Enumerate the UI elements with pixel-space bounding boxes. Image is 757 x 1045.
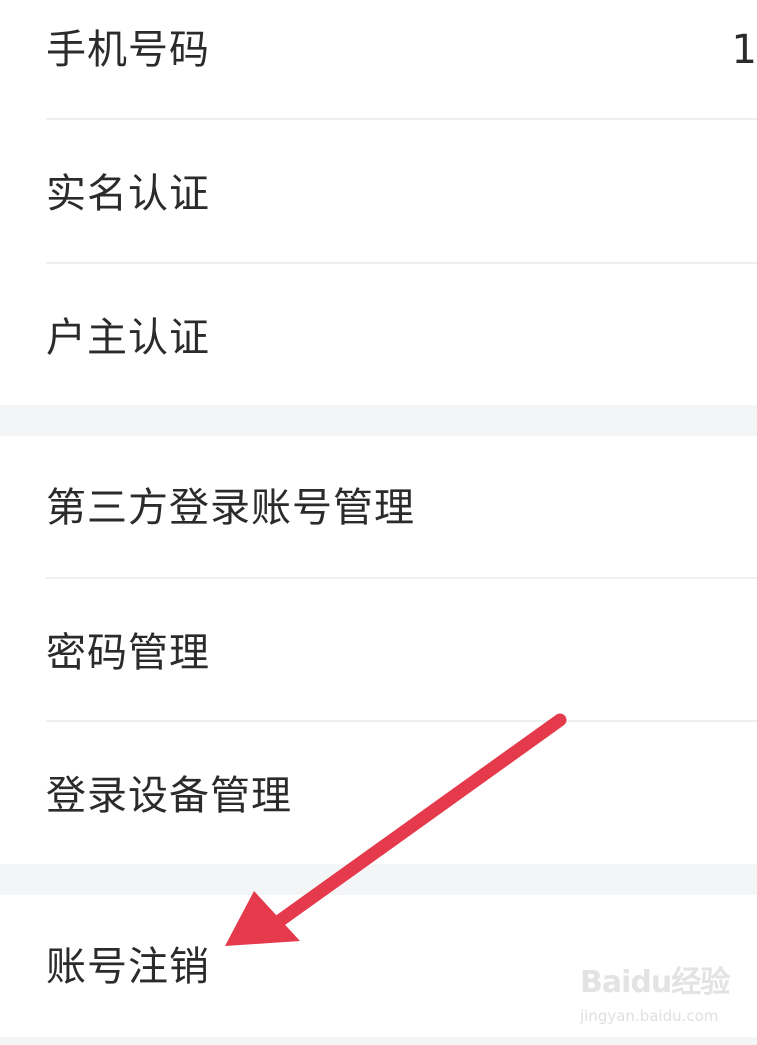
settings-row-label: 第三方登录账号管理 xyxy=(46,485,415,531)
settings-row-password-management[interactable]: 密码管理 xyxy=(0,579,757,720)
settings-row-phone-number[interactable]: 手机号码 1 xyxy=(0,0,757,118)
settings-row-label: 登录设备管理 xyxy=(46,773,292,819)
settings-row-label: 密码管理 xyxy=(46,630,210,676)
settings-row-label: 账号注销 xyxy=(46,944,210,990)
account-settings-screen: 手机号码 1 实名认证 户主认证 第三方登录账号管理 密码管理 登录设备管理 账… xyxy=(0,0,757,1045)
settings-group-account-info: 手机号码 1 实名认证 户主认证 xyxy=(0,0,757,405)
settings-row-label: 实名认证 xyxy=(46,171,210,217)
phone-number-value: 1 xyxy=(731,27,757,73)
settings-row-label: 手机号码 xyxy=(46,27,210,73)
watermark-url: jingyan.baidu.com xyxy=(580,1007,719,1025)
settings-row-login-device-management[interactable]: 登录设备管理 xyxy=(0,722,757,864)
watermark: Baidu经验 jingyan.baidu.com xyxy=(580,965,740,1035)
settings-row-label: 户主认证 xyxy=(46,315,210,361)
settings-row-third-party-login[interactable]: 第三方登录账号管理 xyxy=(0,436,757,577)
settings-group-security: 第三方登录账号管理 密码管理 登录设备管理 xyxy=(0,436,757,864)
watermark-brand: Baidu经验 xyxy=(580,965,730,1000)
settings-row-householder-verification[interactable]: 户主认证 xyxy=(0,264,757,405)
settings-row-real-name-verification[interactable]: 实名认证 xyxy=(0,120,757,262)
